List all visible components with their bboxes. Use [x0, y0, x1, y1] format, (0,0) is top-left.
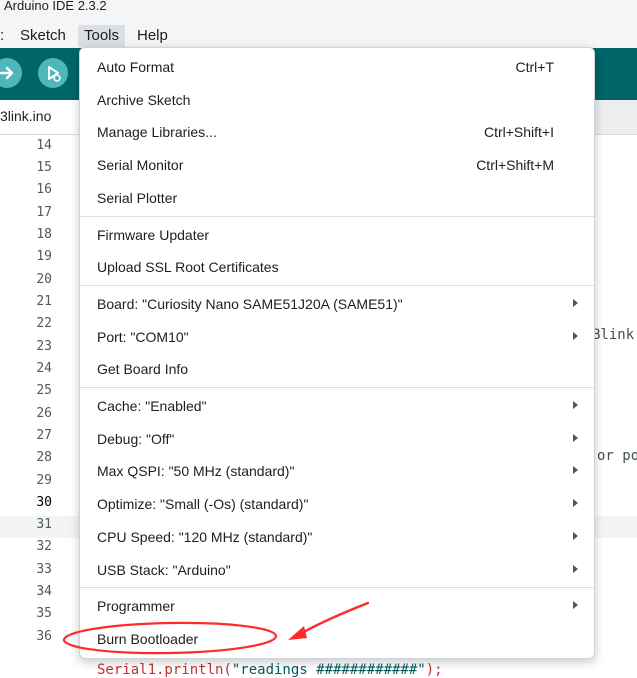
line-number: 16: [36, 182, 52, 197]
code-func: Serial1.println(: [97, 662, 232, 678]
menu-item-label: USB Stack: "Arduino": [97, 561, 231, 578]
line-number: 20: [36, 272, 52, 287]
menu-item-label: Cache: "Enabled": [97, 398, 207, 414]
menu-item-cache[interactable]: Cache: "Enabled": [80, 390, 594, 423]
menu-item-shortcut: Ctrl+Shift+M: [476, 157, 554, 174]
line-number: 15: [36, 160, 52, 175]
line-number: 27: [36, 428, 52, 443]
line-number: 35: [36, 606, 52, 621]
chevron-right-icon: [573, 331, 578, 340]
menu-item-upload-ssl-root-certificates[interactable]: Upload SSL Root Certificates: [80, 251, 594, 284]
upload-icon: [48, 66, 61, 82]
tab-sketch[interactable]: 3link.ino: [0, 100, 80, 134]
verify-button[interactable]: [0, 58, 22, 88]
menu-tools[interactable]: Tools: [78, 25, 126, 47]
menu-item-label: Optimize: "Small (-Os) (standard)": [97, 496, 309, 513]
menu-item-label: Debug: "Off": [97, 430, 175, 447]
menu-item-usb-stack[interactable]: USB Stack: "Arduino": [80, 554, 594, 587]
menu-item-label: Programmer: [97, 598, 175, 615]
menu-item-optimize[interactable]: Optimize: "Small (-Os) (standard)": [80, 488, 594, 521]
menu-item-label: Board: "Curiosity Nano SAME51J20A (SAME5…: [97, 295, 403, 312]
code-fragment-line-27: or po: [597, 448, 637, 464]
menu-item-label: Burn Bootloader: [97, 630, 199, 647]
menu-item-board[interactable]: Board: "Curiosity Nano SAME51J20A (SAME5…: [80, 288, 594, 321]
line-number: 14: [36, 138, 52, 153]
code-line-36: Serial1.println("readings ############")…: [97, 662, 443, 678]
chevron-right-icon: [573, 531, 578, 540]
menu-separator: [80, 284, 594, 286]
chevron-right-icon: [573, 499, 578, 508]
menu-item-label: Firmware Updater: [97, 226, 210, 243]
code-fragment-line-22: Blink: [592, 327, 635, 343]
chevron-right-icon: [573, 601, 578, 610]
chevron-right-icon: [573, 433, 578, 442]
menu-item-label: Serial Monitor: [97, 157, 184, 174]
menu-item-label: CPU Speed: "120 MHz (standard)": [97, 528, 313, 545]
menu-item-label: Manage Libraries...: [97, 124, 217, 141]
line-number: 30: [36, 495, 52, 510]
verify-icon: [0, 66, 14, 80]
tools-menu: Auto Format Ctrl+T Archive Sketch Manage Li…: [79, 47, 595, 659]
menu-item-label: Upload SSL Root Certificates: [97, 259, 279, 276]
menu-item-cpu-speed[interactable]: CPU Speed: "120 MHz (standard)": [80, 521, 594, 554]
line-number: 33: [36, 562, 52, 577]
menu-item-firmware-updater[interactable]: Firmware Updater: [80, 219, 594, 252]
menu-help[interactable]: Help: [131, 25, 174, 47]
menu-item-label: Serial Plotter: [97, 189, 178, 206]
line-number: 17: [36, 205, 52, 220]
menu-item-manage-libraries[interactable]: Manage Libraries... Ctrl+Shift+I: [80, 116, 594, 149]
menu-item-port[interactable]: Port: "COM10": [80, 321, 594, 354]
menu-item-label: Get Board Info: [97, 361, 189, 378]
menu-item-label: Max QSPI: "50 MHz (standard)": [97, 463, 295, 480]
line-number: 19: [36, 249, 52, 264]
window-title: Arduino IDE 2.3.2: [4, 0, 107, 13]
menu-item-shortcut: Ctrl+T: [515, 59, 555, 75]
menu-separator: [80, 215, 594, 217]
chevron-right-icon: [573, 564, 578, 573]
line-number: 21: [36, 294, 52, 309]
line-number: 18: [36, 227, 52, 242]
menu-item-shortcut: Ctrl+Shift+I: [483, 124, 554, 141]
tab-label: 3link.ino: [0, 108, 52, 124]
code-end: );: [425, 662, 443, 678]
upload-button[interactable]: [38, 58, 68, 88]
line-number: 28: [36, 450, 52, 465]
menu-item-archive-sketch[interactable]: Archive Sketch: [80, 84, 594, 117]
line-number: 26: [36, 406, 52, 421]
menu-item-auto-format[interactable]: Auto Format Ctrl+T: [80, 51, 594, 84]
chevron-right-icon: [573, 401, 578, 409]
menu-sketch[interactable]: Sketch: [14, 25, 72, 47]
line-number: 24: [36, 361, 52, 376]
menu-separator: [80, 387, 594, 388]
line-number: 36: [36, 629, 52, 644]
menu-item-label: Port: "COM10": [97, 328, 189, 345]
line-number: 23: [36, 339, 52, 354]
menu-item-max-qspi[interactable]: Max QSPI: "50 MHz (standard)": [80, 455, 594, 488]
menu-item-debug[interactable]: Debug: "Off": [80, 423, 594, 456]
title-bar: Arduino IDE 2.3.2: [0, 0, 637, 22]
menu-separator: [80, 587, 594, 589]
code-string: "readings ############": [231, 662, 426, 678]
menu-bar: : Sketch Tools Help: [0, 22, 637, 48]
menu-item-label: Auto Format: [97, 59, 175, 75]
menu-item-programmer[interactable]: Programmer: [80, 590, 594, 623]
line-number: 34: [36, 584, 52, 599]
menu-item-label: Archive Sketch: [97, 91, 191, 108]
line-number: 22: [36, 316, 52, 331]
menu-item-serial-monitor[interactable]: Serial Monitor Ctrl+Shift+M: [80, 149, 594, 182]
line-number: 32: [36, 539, 52, 554]
menu-item-serial-plotter[interactable]: Serial Plotter: [80, 182, 594, 215]
chevron-right-icon: [573, 298, 578, 307]
line-number: 29: [36, 473, 52, 488]
chevron-right-icon: [573, 466, 578, 475]
menu-bar-edge: :: [0, 27, 5, 44]
line-number: 31: [36, 517, 52, 532]
menu-item-burn-bootloader[interactable]: Burn Bootloader: [80, 623, 594, 656]
line-number: 25: [36, 383, 52, 398]
menu-item-get-board-info[interactable]: Get Board Info: [80, 353, 594, 386]
